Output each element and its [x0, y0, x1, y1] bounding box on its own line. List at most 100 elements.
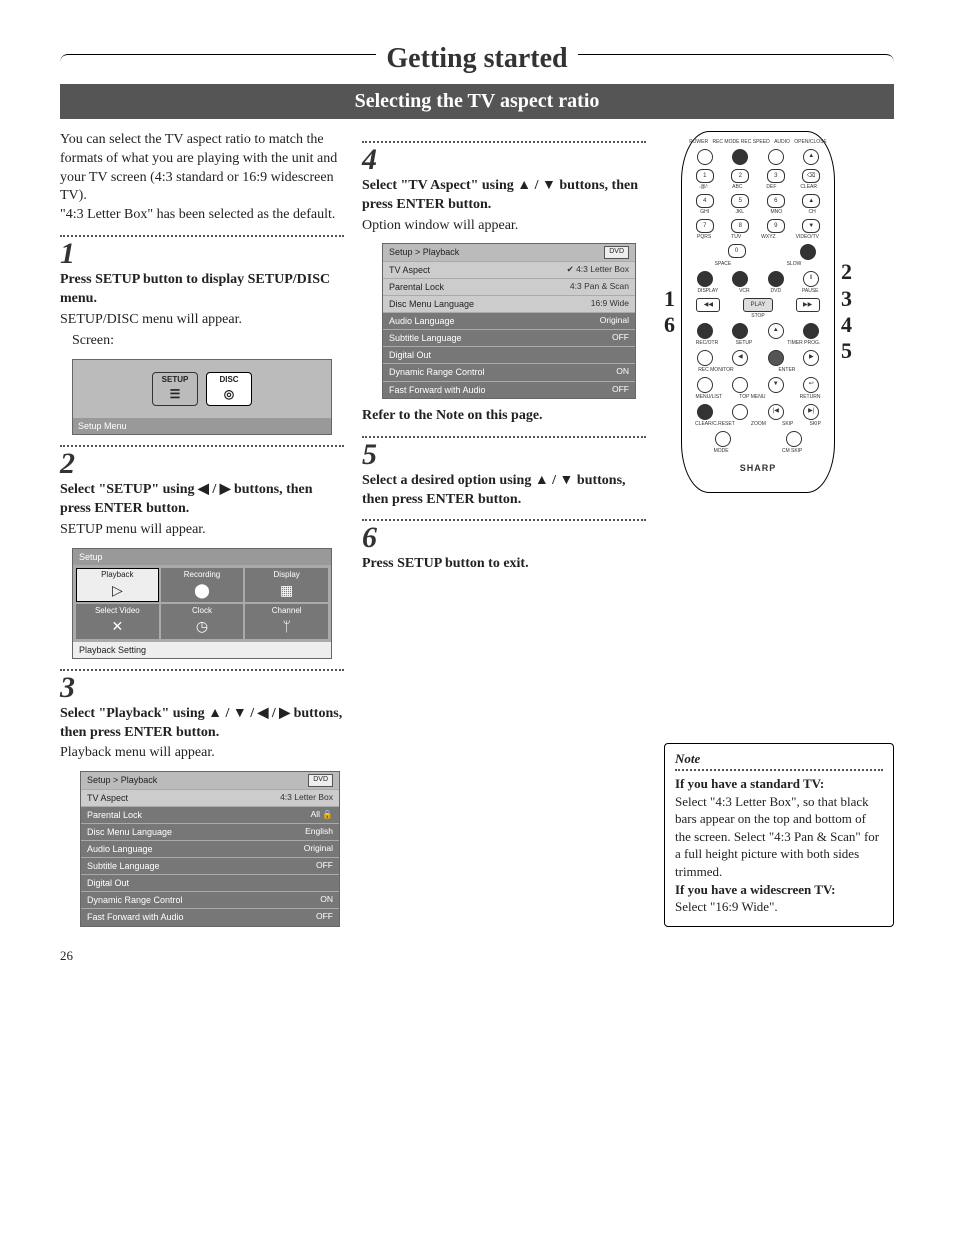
slow-btn [800, 244, 816, 260]
step-4-after: Refer to the Note on this page. [362, 407, 646, 426]
disc-icon: ◎ [224, 386, 234, 402]
open-close-button: ▲ [803, 149, 819, 165]
menu-row-discmenu: Disc Menu LanguageEnglish [81, 823, 339, 840]
keypad-0: 0 [728, 244, 746, 258]
repeat-btn [715, 431, 731, 447]
menu-row-subtitle: Subtitle LanguageOFF [81, 857, 339, 874]
zoom-btn [732, 404, 748, 420]
menu-row-tvaspect: TV Aspect4:3 Letter Box [81, 789, 339, 806]
screenshot-playback-menu: Setup > Playback DVD TV Aspect4:3 Letter… [80, 771, 340, 926]
keypad-4: 4 [696, 194, 714, 208]
return-btn: ↩ [803, 377, 819, 393]
menu-row-parental: Parental LockAll 🔒 [81, 806, 339, 823]
callout-4: 4 [841, 313, 852, 337]
keypad-1: 1 [696, 169, 714, 183]
power-button [697, 149, 713, 165]
step-1-number: 1 [60, 239, 344, 269]
menu-row-audio: Audio LanguageOriginal [383, 312, 635, 329]
callout-5: 5 [841, 339, 852, 363]
column-middle: 4 Select "TV Aspect" using ▲ / ▼ buttons… [362, 131, 646, 927]
clear-reset-btn [697, 404, 713, 420]
column-right: 1 6 POWERREC MODE REC SPEEDAUDIOOPEN/CLO… [664, 131, 894, 927]
menu-cell-clock: Clock◷ [161, 604, 244, 638]
ch-up-btn: ▲ [802, 194, 820, 208]
remote-control: POWERREC MODE REC SPEEDAUDIOOPEN/CLOSE ▲… [681, 131, 835, 493]
note-title: Note [675, 750, 883, 768]
video-icon: ✕ [111, 617, 123, 637]
screenshot-footer: Playback Setting [73, 642, 331, 658]
chapter-title: Getting started [386, 40, 567, 78]
intro-paragraph-1: You can select the TV aspect ratio to ma… [60, 131, 344, 207]
setup-btn [732, 323, 748, 339]
antenna-icon: ᛘ [282, 617, 290, 637]
vcr-btn [732, 271, 748, 287]
menu-row-dynrange: Dynamic Range ControlON [81, 891, 339, 908]
dvd-badge: DVD [308, 774, 333, 786]
step-divider [362, 141, 646, 143]
ch-down-btn: ▼ [802, 219, 820, 233]
keypad-6: 6 [767, 194, 785, 208]
menu-row-digitalout: Digital Out [383, 346, 635, 363]
step-divider [60, 669, 344, 671]
screenshot-setup-menu: Setup Playback▷ Recording⬤ Display▦ Sele… [72, 548, 332, 659]
dvd-badge: DVD [604, 246, 629, 258]
note-text-1: Select "4:3 Letter Box", so that black b… [675, 793, 883, 881]
step-3-number: 3 [60, 673, 344, 703]
osd-setup-button: SETUP ☰ [152, 372, 198, 406]
step-2-heading: Select "SETUP" using ◀ / ▶ buttons, then… [60, 481, 344, 519]
display-icon: ▦ [280, 581, 293, 601]
step-4-heading: Select "TV Aspect" using ▲ / ▼ buttons, … [362, 177, 646, 215]
screenshot-caption: Setup Menu [73, 418, 331, 434]
setup-sliders-icon: ☰ [170, 386, 181, 402]
menu-cell-channel: Channelᛘ [245, 604, 328, 638]
step-divider [362, 519, 646, 521]
menulist-btn [697, 377, 713, 393]
column-left: You can select the TV aspect ratio to ma… [60, 131, 344, 927]
osd-disc-button: DISC ◎ [206, 372, 252, 406]
menu-cell-display: Display▦ [245, 568, 328, 602]
clock-icon: ◷ [196, 617, 208, 637]
recmon-btn [697, 350, 713, 366]
menu-cell-recording: Recording⬤ [161, 568, 244, 602]
recmode-button [732, 149, 748, 165]
step-6-heading: Press SETUP button to exit. [362, 555, 646, 574]
menu-row-tvaspect: TV Aspect✔ 4:3 Letter Box [383, 261, 635, 278]
step-1-screen-label: Screen: [72, 332, 344, 351]
remote-illustration: 1 6 POWERREC MODE REC SPEEDAUDIOOPEN/CLO… [664, 131, 894, 493]
step-2-number: 2 [60, 449, 344, 479]
menu-row-subtitle: Subtitle LanguageOFF [383, 329, 635, 346]
skip-fwd-btn: ▶| [803, 404, 819, 420]
keypad-2: 2 [731, 169, 749, 183]
remote-brand: SHARP [688, 462, 828, 474]
keypad-3: 3 [767, 169, 785, 183]
step-3-text: Playback menu will appear. [60, 744, 344, 763]
right-btn: ▶ [803, 350, 819, 366]
step-2-text: SETUP menu will appear. [60, 521, 344, 540]
keypad-8: 8 [731, 219, 749, 233]
screenshot-title: Setup > Playback [389, 246, 459, 258]
menu-row-option-wide: Disc Menu Language16:9 Wide [383, 295, 635, 312]
keypad-9: 9 [767, 219, 785, 233]
note-heading-1: If you have a standard TV: [675, 775, 883, 793]
chapter-header: Getting started [60, 40, 894, 78]
screenshot-title: Setup > Playback [87, 774, 157, 786]
step-divider [60, 445, 344, 447]
screenshot-tvaspect-menu: Setup > Playback DVD TV Aspect✔ 4:3 Lett… [382, 243, 636, 398]
callout-2: 2 [841, 260, 852, 284]
rew-btn: ◀◀ [696, 298, 720, 312]
note-divider [675, 769, 883, 771]
up-btn: ▲ [768, 323, 784, 339]
left-btn: ◀ [732, 350, 748, 366]
menu-cell-playback: Playback▷ [76, 568, 159, 602]
callout-1: 1 [664, 287, 675, 311]
step-divider [60, 235, 344, 237]
screenshot-setup-disc: SETUP ☰ DISC ◎ Setup Menu [72, 359, 332, 435]
display-btn [697, 271, 713, 287]
enter-btn [768, 350, 784, 366]
step-3-heading: Select "Playback" using ▲ / ▼ / ◀ / ▶ bu… [60, 705, 344, 743]
menu-row-dynrange: Dynamic Range ControlON [383, 363, 635, 380]
step-4-text: Option window will appear. [362, 217, 646, 236]
step-4-number: 4 [362, 145, 646, 175]
note-box: Note If you have a standard TV: Select "… [664, 743, 894, 927]
menu-row-digitalout: Digital Out [81, 874, 339, 891]
